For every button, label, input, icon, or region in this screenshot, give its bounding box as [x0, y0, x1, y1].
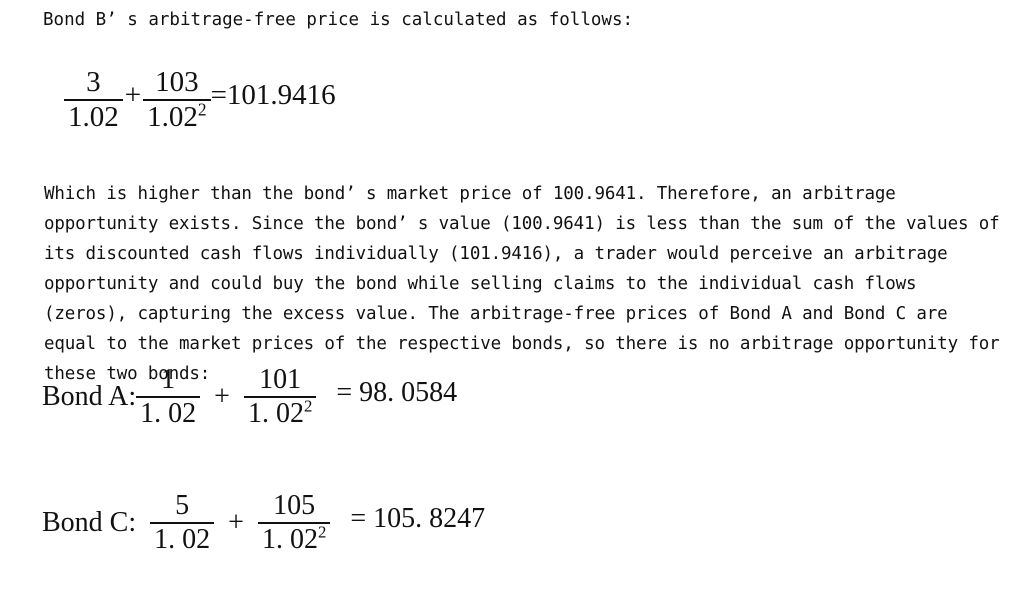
numerator: 103 [155, 66, 199, 98]
result-value: =101.9416 [210, 79, 336, 112]
fraction-term-1: 5 1. 02 [150, 490, 215, 555]
fraction-term-1: 1 1. 02 [136, 364, 201, 429]
intro-text: Bond B’ s arbitrage-free price is calcul… [43, 10, 634, 30]
result-value: = 98. 0584 [336, 376, 458, 408]
result-value: = 105. 8247 [350, 502, 486, 534]
plus-sign: + [124, 79, 142, 112]
numerator: 5 [175, 490, 190, 521]
denominator: 1. 022 [247, 396, 313, 429]
exponent: 2 [303, 396, 313, 416]
equation-bond-b: 3 1.02 + 103 1.022 =101.9416 [64, 68, 336, 132]
equation-bond-c: Bond C: 5 1. 02 + 105 1. 022 = 105. 8247 [42, 492, 485, 554]
exponent: 2 [197, 98, 207, 119]
fraction-term-2: 101 1. 022 [243, 364, 317, 429]
fraction-term-2: 103 1.022 [143, 66, 211, 133]
exponent: 2 [317, 522, 327, 542]
explanation-paragraph: Which is higher than the bond’ s market … [44, 184, 1000, 384]
bond-a-label: Bond A: [42, 380, 137, 412]
denominator: 1. 022 [261, 522, 327, 555]
numerator: 101 [259, 364, 302, 395]
denominator: 1. 02 [154, 523, 211, 555]
fraction-term-2: 105 1. 022 [257, 490, 331, 555]
numerator: 1 [161, 364, 176, 395]
denominator: 1.02 [68, 100, 119, 133]
plus-sign: + [214, 380, 230, 412]
plus-sign: + [228, 506, 244, 538]
denominator: 1. 02 [140, 397, 197, 429]
denominator: 1.022 [147, 98, 207, 133]
bond-c-label: Bond C: [42, 506, 137, 538]
numerator: 3 [86, 66, 101, 98]
equation-bond-a: Bond A: 1 1. 02 + 101 1. 022 = 98. 0584 [42, 366, 457, 428]
fraction-term-1: 3 1.02 [64, 68, 123, 132]
numerator: 105 [273, 490, 316, 521]
